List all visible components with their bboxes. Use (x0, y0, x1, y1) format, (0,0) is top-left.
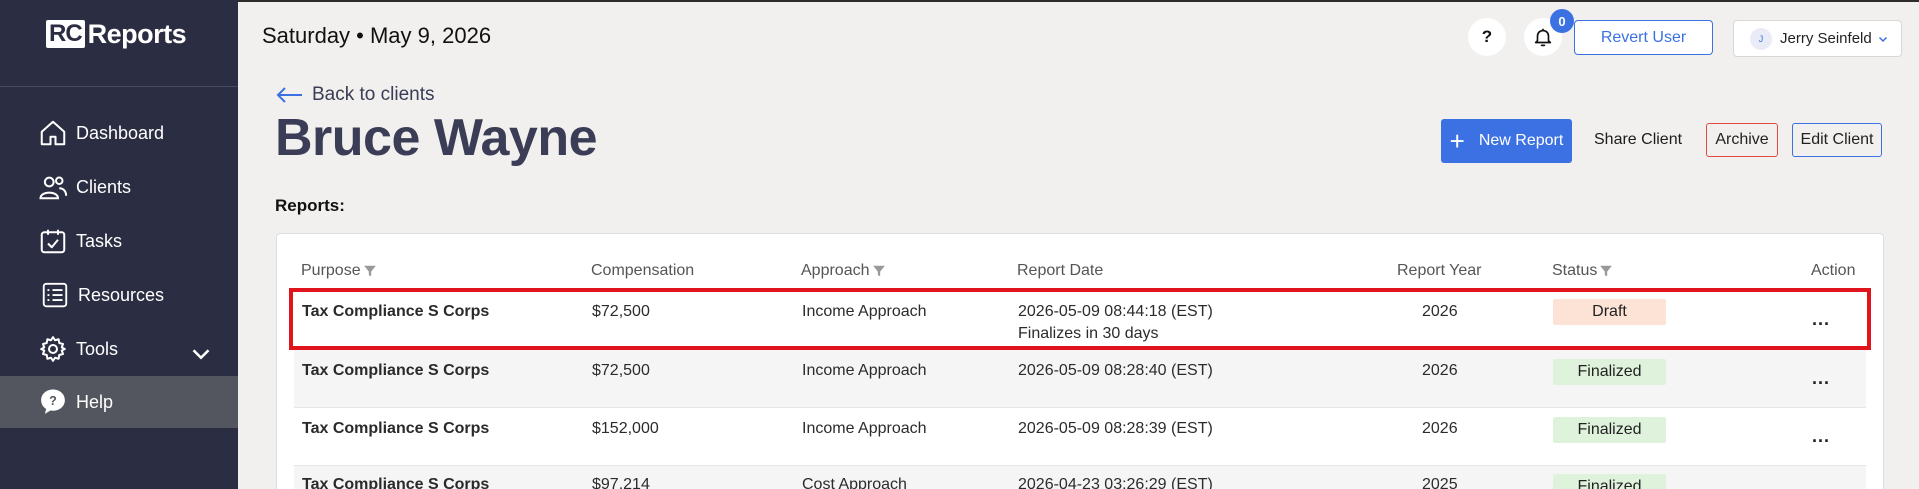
archive-button[interactable]: Archive (1706, 123, 1778, 157)
status-badge: Finalized (1553, 474, 1666, 489)
cell-compensation: $72,500 (592, 303, 650, 320)
column-header-approach[interactable]: Approach (801, 262, 886, 280)
users-icon (39, 176, 68, 200)
user-menu-button[interactable]: J Jerry Seinfeld (1733, 20, 1902, 57)
list-icon (42, 282, 68, 308)
cell-report-date: 2026-05-09 08:28:40 (EST) (1018, 362, 1213, 379)
cell-report-year: 2026 (1422, 362, 1458, 379)
column-header-report-date: Report Date (1017, 262, 1103, 280)
calendar-check-icon (40, 229, 66, 254)
filter-icon[interactable] (872, 264, 886, 278)
column-header-label: Approach (801, 262, 870, 279)
sidebar-item-help[interactable]: ? Help (0, 376, 238, 428)
cell-compensation: $152,000 (592, 420, 659, 437)
finalize-note: Finalizes in 30 days (1018, 325, 1159, 342)
column-header-report-year: Report Year (1397, 262, 1482, 280)
logo-badge: RC (46, 20, 85, 48)
status-badge: Draft (1553, 299, 1666, 325)
sidebar-item-tasks[interactable]: Tasks (0, 215, 238, 267)
cell-report-year: 2026 (1422, 303, 1458, 320)
svg-text:?: ? (49, 394, 57, 408)
back-to-clients-link[interactable]: Back to clients (276, 84, 435, 106)
cell-purpose: Tax Compliance S Corps (302, 420, 490, 437)
sidebar-item-label: Clients (76, 176, 132, 197)
sidebar-item-clients[interactable]: Clients (0, 161, 238, 213)
cell-approach: Cost Approach (802, 476, 907, 489)
row-actions-button[interactable]: ... (1812, 426, 1830, 447)
new-report-label: New Report (1478, 132, 1564, 149)
sidebar-item-label: Tasks (76, 230, 123, 251)
page-title: Bruce Wayne (275, 109, 598, 167)
share-client-button[interactable]: Share Client (1594, 131, 1682, 149)
sidebar: RC Reports Dashboard Clients Tasks Resou… (0, 0, 238, 489)
column-header-status[interactable]: Status (1552, 262, 1613, 280)
logo-text: Reports (87, 18, 187, 49)
sidebar-item-resources[interactable]: Resources (0, 269, 238, 321)
cell-purpose: Tax Compliance S Corps (302, 476, 490, 489)
cell-approach: Income Approach (802, 362, 927, 379)
column-header-label: Report Date (1017, 262, 1104, 279)
sidebar-item-label: Tools (76, 338, 119, 359)
row-actions-button[interactable]: ... (1812, 368, 1830, 389)
gear-icon (40, 336, 66, 362)
column-header-label: Compensation (591, 262, 695, 279)
cell-report-year: 2026 (1422, 420, 1458, 437)
column-header-label: Action (1811, 262, 1856, 279)
revert-user-button[interactable]: Revert User (1574, 20, 1713, 55)
row-actions-button[interactable]: ... (1812, 309, 1830, 330)
cell-compensation: $97,214 (592, 476, 650, 489)
column-header-purpose[interactable]: Purpose (301, 262, 377, 280)
help-button[interactable]: ? (1468, 18, 1506, 56)
column-header-compensation: Compensation (591, 262, 694, 280)
user-name: Jerry Seinfeld (1780, 30, 1872, 47)
reports-section-label: Reports: (275, 196, 345, 215)
arrow-left-icon (276, 87, 302, 103)
top-border (0, 0, 1919, 2)
cell-compensation: $72,500 (592, 362, 650, 379)
status-badge: Finalized (1553, 417, 1666, 443)
edit-client-button[interactable]: Edit Client (1792, 123, 1882, 157)
avatar: J (1750, 27, 1772, 50)
cell-report-date: 2026-04-23 03:26:29 (EST) (1018, 476, 1213, 489)
back-link-label: Back to clients (312, 84, 435, 105)
sidebar-item-label: Dashboard (76, 122, 165, 143)
filter-icon[interactable] (363, 264, 377, 278)
sidebar-item-label: Help (76, 391, 114, 412)
filter-icon[interactable] (1599, 264, 1613, 278)
current-date: Saturday • May 9, 2026 (262, 23, 492, 48)
bell-icon (1534, 28, 1552, 47)
notification-count-badge: 0 (1550, 9, 1574, 33)
home-icon (40, 120, 66, 146)
sidebar-divider (0, 86, 238, 87)
cell-purpose: Tax Compliance S Corps (302, 362, 490, 379)
cell-approach: Income Approach (802, 420, 927, 437)
chevron-down-icon (1878, 36, 1887, 42)
report-date: 2026-05-09 08:44:18 (EST) (1018, 303, 1213, 320)
cell-report-date: 2026-05-09 08:44:18 (EST) Finalizes in 3… (1018, 303, 1213, 343)
sidebar-item-label: Resources (78, 284, 165, 305)
sidebar-item-tools[interactable]: Tools (0, 323, 238, 375)
logo[interactable]: RC Reports (46, 18, 187, 50)
plus-icon: + (1449, 126, 1465, 156)
column-header-label: Purpose (301, 262, 361, 279)
column-header-label: Report Year (1397, 262, 1482, 279)
sidebar-item-dashboard[interactable]: Dashboard (0, 107, 238, 159)
column-header-label: Status (1552, 262, 1598, 279)
column-header-action: Action (1811, 262, 1855, 280)
chevron-down-icon[interactable] (186, 339, 216, 369)
status-badge: Finalized (1553, 359, 1666, 385)
cell-purpose: Tax Compliance S Corps (302, 303, 490, 320)
new-report-button[interactable]: + New Report (1441, 119, 1572, 163)
cell-report-date: 2026-05-09 08:28:39 (EST) (1018, 420, 1213, 437)
help-bubble-icon: ? (41, 389, 65, 414)
cell-report-year: 2025 (1422, 476, 1458, 489)
cell-approach: Income Approach (802, 303, 927, 320)
